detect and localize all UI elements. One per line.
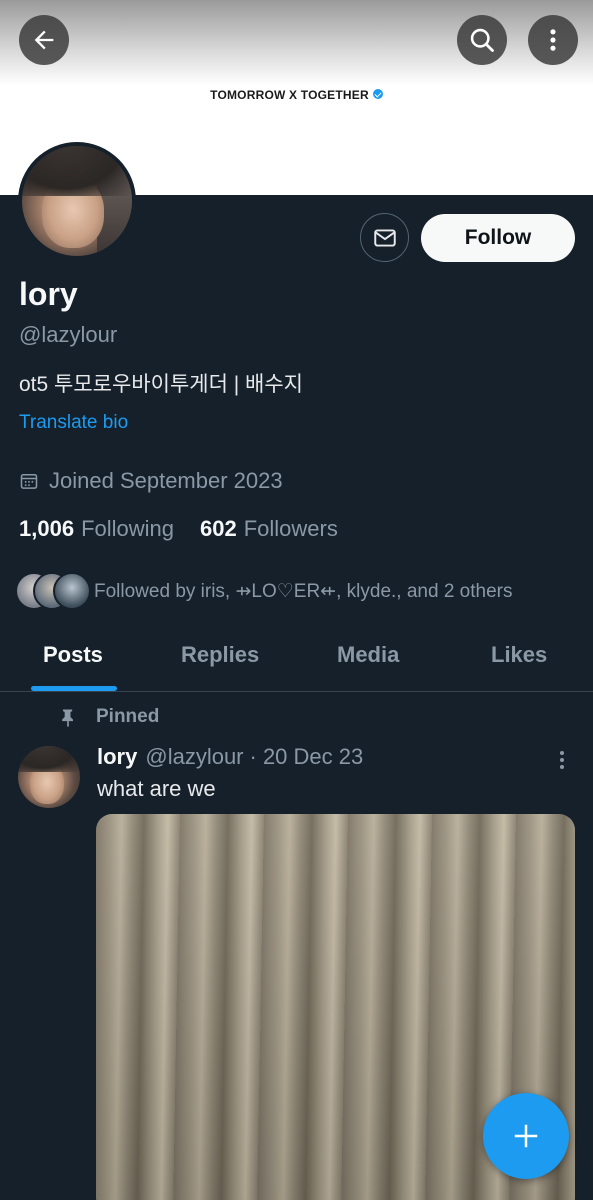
user-handle: @lazylour (19, 322, 118, 347)
followers-link[interactable]: 602 Followers (200, 516, 338, 542)
follow-stats: 1,006 Following 602 Followers (19, 516, 338, 542)
pinned-label: Pinned (58, 706, 159, 728)
post-author-name[interactable]: lory (97, 744, 137, 770)
mutual-avatars (15, 572, 91, 610)
avatar-image (22, 146, 132, 256)
tab-likes[interactable]: Likes (491, 642, 547, 668)
joined-date: Joined September 2023 (19, 468, 283, 494)
tab-media[interactable]: Media (337, 642, 399, 668)
display-name: lory (19, 276, 78, 312)
profile-bio: ot5 투모로우바이투게더 | 배수지 (19, 373, 303, 396)
tab-replies[interactable]: Replies (181, 642, 259, 668)
profile-tabs: Posts Replies Media Likes (0, 624, 593, 692)
more-options-button[interactable] (528, 15, 578, 65)
active-tab-indicator (31, 686, 117, 691)
post-author-handle: @lazylour (145, 744, 244, 769)
tab-posts[interactable]: Posts (43, 642, 103, 668)
post-author-avatar[interactable] (18, 746, 80, 808)
profile-avatar[interactable] (18, 142, 136, 260)
plus-icon (514, 1124, 538, 1148)
mutual-avatar (53, 572, 91, 610)
post-text: what are we (97, 776, 216, 801)
calendar-icon (20, 474, 38, 489)
follow-button[interactable]: Follow (421, 214, 575, 262)
following-link[interactable]: 1,006 Following (19, 516, 174, 542)
followed-by-row[interactable]: Followed by iris, ⇸LO♡ER⇷, klyde., and 2… (15, 572, 512, 610)
arrow-left-icon (34, 30, 54, 50)
post-more-button[interactable] (552, 748, 572, 772)
verified-badge-icon (372, 89, 383, 99)
more-vertical-icon (560, 751, 564, 769)
translate-bio-link[interactable]: Translate bio (19, 412, 128, 434)
mail-icon (373, 228, 396, 247)
compose-post-button[interactable] (483, 1093, 569, 1179)
post-date: · 20 Dec 23 (249, 744, 364, 769)
post-header: lory @lazylour · 20 Dec 23 (97, 744, 363, 770)
more-vertical-icon (550, 29, 556, 51)
search-icon (470, 28, 494, 52)
back-button[interactable] (19, 15, 69, 65)
search-button[interactable] (457, 15, 507, 65)
followed-by-text: Followed by iris, ⇸LO♡ER⇷, klyde., and 2… (94, 580, 513, 602)
message-button[interactable] (360, 213, 409, 262)
banner-title: TOMORROW X TOGETHER (0, 88, 593, 102)
pin-icon (62, 709, 73, 727)
